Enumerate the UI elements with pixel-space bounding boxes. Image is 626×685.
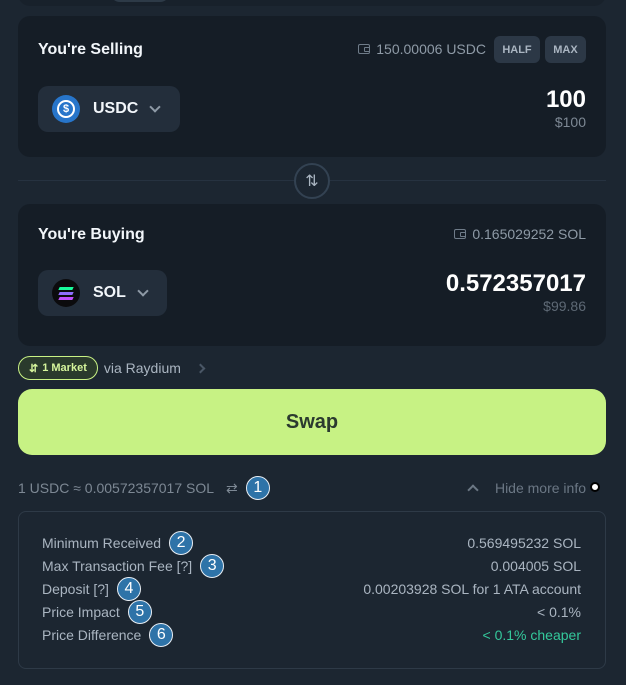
selling-balance[interactable]: 150.00006 USDC (358, 41, 486, 57)
half-button[interactable]: HALF (494, 36, 540, 63)
selling-token-symbol: USDC (93, 100, 139, 117)
selling-balance-value: 150.00006 USDC (376, 41, 486, 57)
route-info[interactable]: ⇵ 1 Market via Raydium (18, 356, 206, 380)
hide-more-info-label: Hide more info (494, 480, 586, 496)
info-label: Deposit [?] (42, 581, 109, 597)
wallet-icon (454, 229, 467, 239)
rate-row: 1 USDC ≈ 0.00572357017 SOL ⇄ 1 Hide more… (18, 476, 606, 500)
tab-pill-edge (110, 0, 170, 2)
chevron-down-icon (137, 284, 149, 297)
info-row-price-impact: Price Impact 5 < 0.1% (42, 600, 581, 624)
selling-token-select[interactable]: $ USDC (38, 86, 180, 132)
hide-more-info-toggle[interactable]: Hide more info (467, 480, 600, 496)
buying-card: You're Buying 0.165029252 SOL SOL 0.5723… (18, 204, 606, 346)
info-row-minimum-received: Minimum Received 2 0.569495232 SOL (42, 531, 581, 555)
info-value: < 0.1% cheaper (482, 627, 581, 643)
buying-token-symbol: SOL (93, 284, 126, 301)
chevron-down-icon (149, 100, 162, 113)
switch-direction-button[interactable]: ⇅ (294, 163, 330, 199)
info-row-deposit[interactable]: Deposit [?] 4 0.00203928 SOL for 1 ATA ac… (42, 577, 581, 601)
chevron-right-icon (195, 363, 206, 373)
mouse-cursor-icon (590, 482, 600, 492)
market-count-badge: ⇵ 1 Market (18, 356, 98, 380)
buying-amount-usd: $99.86 (543, 298, 586, 314)
swap-arrows-icon: ⇅ (305, 173, 319, 190)
swap-button[interactable]: Swap (18, 389, 606, 455)
rate-invert-icon[interactable]: ⇄ (226, 480, 238, 497)
route-via-text: via Raydium (103, 360, 181, 376)
buying-title: You're Buying (38, 226, 145, 243)
market-count-label: 1 Market (42, 362, 87, 374)
exchange-rate: 1 USDC ≈ 0.00572357017 SOL (18, 480, 215, 496)
info-value: < 0.1% (537, 604, 581, 620)
selling-card: You're Selling 150.00006 USDC HALF MAX $… (18, 16, 606, 157)
sol-logo-icon (52, 279, 80, 307)
usdc-logo-icon: $ (52, 95, 80, 123)
info-value: 0.004005 SOL (490, 558, 581, 574)
more-info-panel: Minimum Received 2 0.569495232 SOL Max Tr… (18, 511, 606, 669)
selling-amount-usd: $100 (554, 114, 586, 130)
annotation-badge: 5 (127, 600, 152, 624)
info-label: Price Difference (42, 627, 142, 643)
previous-panel-edge (18, 0, 606, 6)
buying-balance: 0.165029252 SOL (454, 226, 586, 242)
selling-title: You're Selling (38, 41, 143, 58)
info-value: 0.00203928 SOL for 1 ATA account (363, 581, 581, 597)
selling-amount-input[interactable]: 100 (546, 86, 586, 114)
buying-balance-value: 0.165029252 SOL (472, 226, 586, 242)
info-row-max-transaction-fee[interactable]: Max Transaction Fee [?] 3 0.004005 SOL (42, 554, 581, 578)
chevron-up-icon (467, 484, 479, 496)
annotation-badge: 1 (245, 476, 270, 500)
annotation-badge: 4 (116, 577, 141, 601)
info-label: Minimum Received (42, 535, 162, 551)
info-label: Max Transaction Fee [?] (42, 558, 193, 574)
buying-token-select[interactable]: SOL (38, 270, 167, 316)
annotation-badge: 6 (149, 623, 174, 647)
buying-amount: 0.572357017 (445, 270, 586, 297)
info-value: 0.569495232 SOL (467, 535, 581, 551)
route-icon: ⇵ (29, 362, 39, 375)
info-row-price-difference: Price Difference 6 < 0.1% cheaper (42, 623, 581, 647)
wallet-icon (358, 44, 371, 54)
info-label: Price Impact (42, 604, 120, 620)
annotation-badge: 3 (200, 554, 225, 578)
max-button[interactable]: MAX (545, 36, 586, 63)
annotation-badge: 2 (169, 531, 194, 555)
